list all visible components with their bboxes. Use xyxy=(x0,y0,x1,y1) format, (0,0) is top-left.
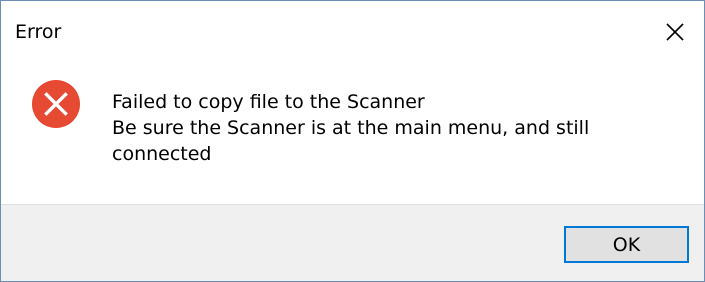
button-bar: OK xyxy=(1,204,704,281)
window-title: Error xyxy=(15,21,62,43)
ok-button[interactable]: OK xyxy=(564,226,689,263)
error-message: Failed to copy file to the Scanner Be su… xyxy=(112,89,682,167)
dialog-content: Failed to copy file to the Scanner Be su… xyxy=(1,63,704,204)
title-bar: Error xyxy=(1,1,704,63)
close-icon xyxy=(666,23,684,41)
close-button[interactable] xyxy=(646,1,704,63)
message-line-3: connected xyxy=(112,143,212,165)
error-dialog: Error Failed to copy file to the Scanner… xyxy=(0,0,705,282)
message-line-2: Be sure the Scanner is at the main menu,… xyxy=(112,117,590,139)
error-icon xyxy=(32,80,80,128)
ok-button-label: OK xyxy=(612,233,641,256)
message-line-1: Failed to copy file to the Scanner xyxy=(112,91,425,113)
